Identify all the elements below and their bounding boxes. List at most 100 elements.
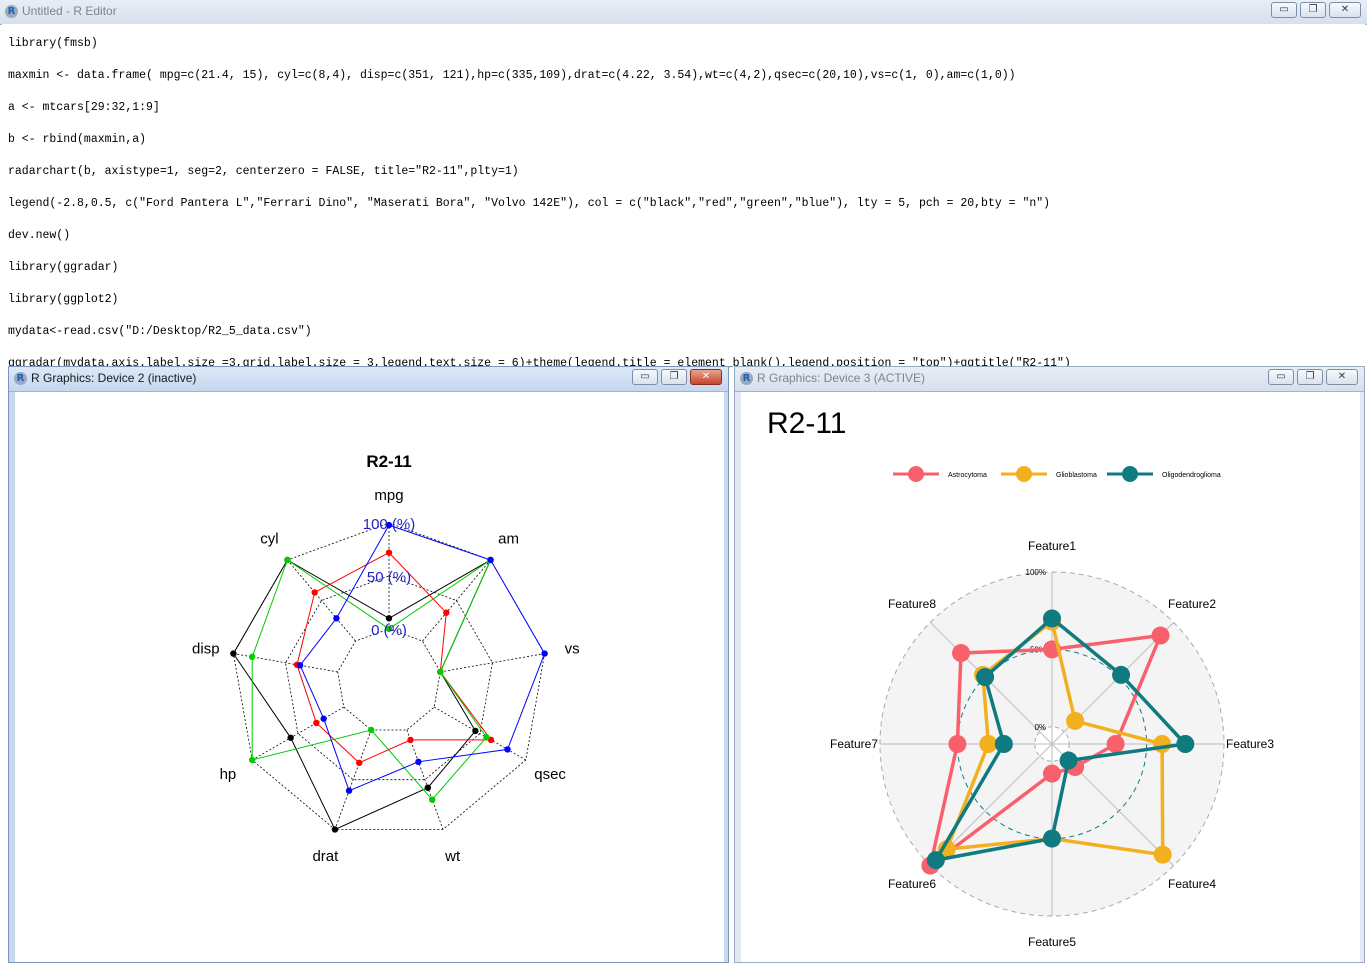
series-point — [428, 796, 436, 803]
radar-axis-line — [422, 559, 491, 642]
series-point — [1112, 665, 1131, 684]
grid-label: 100% — [1026, 568, 1046, 577]
minimize-button[interactable]: ▭ — [1268, 369, 1294, 385]
series-point — [1066, 711, 1085, 730]
editor-window-controls: ▭ ❐ ✕ — [1268, 2, 1361, 20]
maximize-button[interactable]: ❐ — [661, 369, 687, 385]
code-line[interactable]: dev.new() — [8, 229, 70, 242]
series-point — [407, 736, 414, 744]
series-point — [443, 609, 450, 616]
axis-label-Feature8: Feature8 — [888, 597, 936, 611]
series-point — [230, 650, 237, 657]
code-line[interactable]: a <- mtcars[29:32,1:9] — [8, 101, 160, 114]
series-point — [311, 589, 318, 596]
code-line[interactable]: legend(-2.8,0.5, c("Ford Pantera L","Fer… — [8, 197, 1050, 210]
legend-label: Oligodendroglioma — [1162, 472, 1221, 479]
series-point — [504, 746, 511, 753]
axis-label-Feature2: Feature2 — [1168, 597, 1216, 611]
code-line[interactable]: b <- rbind(maxmin,a) — [8, 133, 146, 146]
minimize-button[interactable]: ▭ — [632, 369, 658, 385]
series-point — [948, 735, 967, 753]
series-point — [1151, 626, 1170, 645]
axis-label-Feature4: Feature4 — [1168, 877, 1216, 891]
legend-key-point — [908, 466, 924, 482]
minimize-button[interactable]: ▭ — [1271, 2, 1297, 18]
series-point — [1043, 829, 1061, 848]
radar-axis-line — [433, 706, 527, 761]
maximize-button[interactable]: ❐ — [1297, 369, 1323, 385]
grid-label: 100 (%) — [363, 516, 416, 533]
series-point — [437, 668, 444, 676]
ggradar-chart: R2-11 Astrocytoma Glioblastoma Oligodendrog… — [767, 407, 1274, 949]
series-point — [472, 727, 479, 735]
editor-titlebar[interactable]: R Untitled - R Editor ▭ ❐ ✕ — [0, 0, 1367, 25]
series-point — [345, 787, 353, 794]
series-point — [424, 784, 432, 791]
close-button[interactable]: ✕ — [1326, 369, 1358, 385]
legend-key-point — [1016, 466, 1032, 482]
close-button[interactable]: ✕ — [1329, 2, 1361, 18]
legend-key-point — [1122, 466, 1138, 482]
axis-label-Feature3: Feature3 — [1226, 737, 1274, 751]
code-line[interactable]: mydata<-read.csv("D:/Desktop/R2_5_data.c… — [8, 325, 312, 338]
axis-label-Feature6: Feature6 — [888, 877, 936, 891]
axis-label-wt: wt — [444, 848, 461, 865]
series-point — [415, 758, 422, 766]
code-line[interactable]: library(ggplot2) — [8, 293, 118, 306]
device2-title: R Graphics: Device 2 (inactive) — [31, 371, 197, 385]
r-logo-icon: R — [740, 372, 753, 385]
series-point — [287, 734, 294, 741]
code-line[interactable]: radarchart(b, axistype=1, seg=2, centerz… — [8, 165, 519, 178]
series-point — [1153, 735, 1172, 753]
axis-label-vs: vs — [565, 641, 580, 658]
editor-title: Untitled - R Editor — [22, 4, 117, 18]
series-point — [284, 556, 291, 564]
close-button[interactable]: ✕ — [690, 369, 722, 385]
series-point — [331, 826, 339, 833]
axis-label-am: am — [498, 531, 519, 548]
radar-axis-line — [287, 559, 356, 642]
device3-plot-area: R2-11 Astrocytoma Glioblastoma Oligodendrog… — [741, 392, 1360, 962]
series-point — [385, 615, 393, 622]
series-point — [1043, 764, 1061, 783]
graphics-device-3-window: R R Graphics: Device 3 (ACTIVE) ▭ ❐ ✕ R2-1… — [734, 366, 1365, 963]
series-point — [248, 756, 256, 764]
series-point — [296, 662, 304, 669]
series-point — [333, 615, 340, 622]
device3-titlebar[interactable]: R R Graphics: Device 3 (ACTIVE) ▭ ❐ ✕ — [735, 367, 1364, 392]
graphics-device-2-window: R R Graphics: Device 2 (inactive) ▭ ❐ ✕ R2… — [8, 366, 729, 963]
series-point — [1153, 845, 1172, 864]
device2-plot-area: R2-11 mpg am vs qsec wt drat hp disp cyl 0 (%) 50 (… — [15, 392, 724, 962]
axis-label-drat: drat — [312, 848, 339, 865]
legend-label: Astrocytoma — [948, 472, 987, 479]
maximize-button[interactable]: ❐ — [1300, 2, 1326, 18]
series-point — [320, 715, 327, 722]
code-line[interactable]: library(ggradar) — [8, 261, 118, 274]
axis-label-cyl: cyl — [260, 531, 278, 548]
code-line[interactable]: maxmin <- data.frame( mpg=c(21.4, 15), c… — [8, 69, 1016, 82]
axis-label-qsec: qsec — [534, 766, 566, 783]
r-logo-icon: R — [14, 372, 27, 385]
series-point — [248, 653, 256, 661]
r-editor-window: R Untitled - R Editor ▭ ❐ ✕ library(fmsb) … — [0, 0, 1367, 370]
series-point — [994, 735, 1013, 753]
series-point — [356, 759, 363, 767]
series-line — [232, 558, 492, 831]
device3-title: R Graphics: Device 3 (ACTIVE) — [757, 371, 926, 385]
device2-titlebar[interactable]: R R Graphics: Device 2 (inactive) ▭ ❐ ✕ — [9, 367, 728, 392]
series-point — [1106, 735, 1125, 753]
axis-label-mpg: mpg — [374, 487, 403, 504]
grid-label: 50 (%) — [367, 569, 411, 586]
series-point — [1176, 735, 1195, 753]
grid-label: 0% — [1034, 723, 1046, 732]
editor-text-area[interactable]: library(fmsb) maxmin <- data.frame( mpg=… — [2, 24, 1365, 370]
series-point — [483, 734, 490, 741]
axis-label-Feature7: Feature7 — [830, 737, 878, 751]
series-point — [976, 668, 995, 687]
device2-window-controls: ▭ ❐ ✕ — [629, 369, 722, 387]
series-line — [251, 558, 492, 801]
code-line[interactable]: library(fmsb) — [8, 37, 98, 50]
axis-label-disp: disp — [192, 641, 220, 658]
series-point — [952, 644, 971, 663]
chart-title: R2-11 — [366, 452, 411, 471]
